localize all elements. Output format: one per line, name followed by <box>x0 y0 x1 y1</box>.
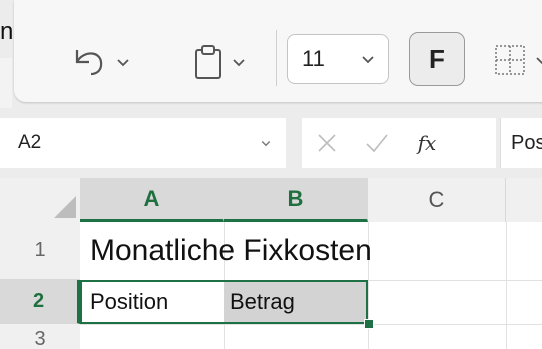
select-all-corner[interactable] <box>0 178 80 222</box>
chevron-down-icon[interactable] <box>260 137 272 149</box>
chevron-down-icon[interactable] <box>231 54 247 70</box>
insert-function-button[interactable]: fx <box>402 131 452 155</box>
chevron-down-icon[interactable] <box>115 54 131 70</box>
row-header-2[interactable]: 2 <box>0 280 80 324</box>
select-all-triangle <box>54 196 76 218</box>
borders-button[interactable] <box>492 40 542 80</box>
formula-bar-buttons: fx <box>302 118 496 168</box>
formula-input[interactable]: Position <box>500 118 542 168</box>
paste-button[interactable] <box>174 40 264 84</box>
chevron-down-icon[interactable] <box>534 52 542 68</box>
gridline <box>80 280 542 281</box>
cell-reference: A2 <box>18 132 42 153</box>
undo-icon <box>75 50 103 76</box>
left-edge-panel <box>0 58 12 108</box>
column-header-d[interactable] <box>506 178 542 222</box>
cancel-button[interactable] <box>302 132 352 154</box>
chevron-down-icon <box>362 56 374 64</box>
font-size-select[interactable]: 11 <box>287 34 389 84</box>
fx-label: fx <box>417 131 437 155</box>
font-size-value: 11 <box>302 46 325 71</box>
name-box[interactable]: A2 <box>0 118 286 168</box>
row-header-1[interactable]: 1 <box>0 222 80 280</box>
clipboard-icon <box>195 45 221 79</box>
gridline <box>80 324 542 325</box>
borders-icon <box>495 45 525 75</box>
cut-off-text: n <box>0 18 12 45</box>
column-header-b[interactable]: B <box>224 178 368 222</box>
cell-a1[interactable]: Monatliche Fixkosten <box>90 234 372 268</box>
cell-b2[interactable]: Betrag <box>224 282 366 322</box>
row-header-3[interactable]: 3 <box>0 324 80 349</box>
column-header-a[interactable]: A <box>80 178 224 222</box>
gridline <box>506 222 507 349</box>
spreadsheet-grid: A B C 1 2 3 Monatliche Fixkosten Positio… <box>0 178 542 349</box>
toolbar-separator <box>276 30 277 86</box>
check-icon <box>366 134 388 153</box>
fill-handle[interactable] <box>364 319 374 329</box>
formula-bar: A2 fx Position <box>0 118 542 168</box>
cell-a2[interactable]: Position <box>90 282 168 322</box>
enter-button[interactable] <box>352 132 402 154</box>
cancel-icon <box>318 134 336 152</box>
bold-button[interactable]: F <box>409 32 465 86</box>
undo-button[interactable] <box>52 40 148 84</box>
ribbon-toolbar: 11 F <box>14 0 542 102</box>
column-header-c[interactable]: C <box>368 178 506 222</box>
